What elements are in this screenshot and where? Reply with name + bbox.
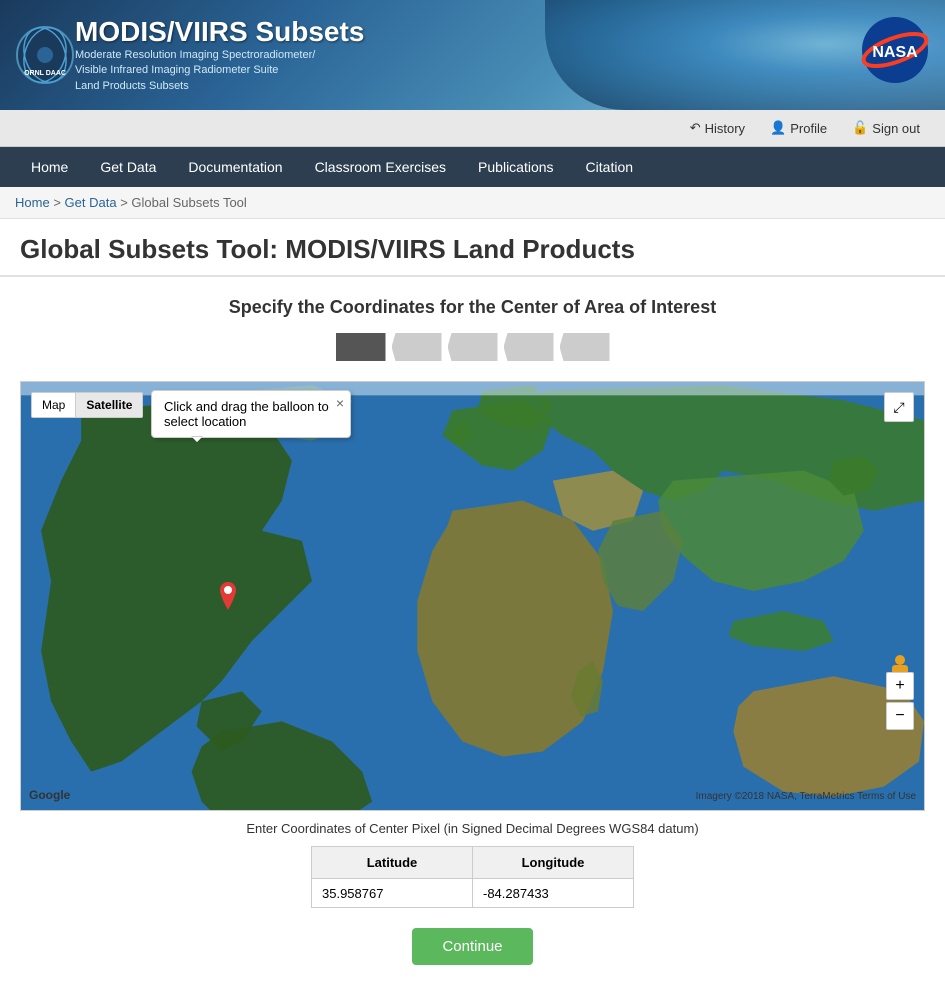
longitude-input[interactable] [483,886,623,901]
nav-classroom[interactable]: Classroom Exercises [299,147,462,187]
map-view-button[interactable]: Map [32,393,76,417]
header-banner: ORNL DAAC MODIS/VIIRS Subsets Moderate R… [0,0,945,110]
step-4 [504,333,554,361]
signout-label: Sign out [872,121,920,136]
signout-nav-item[interactable]: 🔓 Sign out [842,116,930,140]
profile-nav-item[interactable]: 👤 Profile [760,116,837,140]
map-tooltip: × Click and drag the balloon to select l… [151,390,351,438]
step-5 [560,333,610,361]
step-indicator [20,333,925,361]
step-2 [392,333,442,361]
ornl-logo: ORNL DAAC [15,25,75,85]
breadcrumb-current: Global Subsets Tool [131,195,246,210]
header-left: ORNL DAAC MODIS/VIIRS Subsets Moderate R… [0,6,379,104]
tooltip-close-button[interactable]: × [336,395,344,411]
svg-text:ORNL DAAC: ORNL DAAC [24,70,66,77]
longitude-header: Longitude [473,847,634,879]
tooltip-text: Click and drag the balloon to select loc… [164,399,329,429]
zoom-in-button[interactable]: + [886,672,914,700]
nav-get-data[interactable]: Get Data [84,147,172,187]
site-title: MODIS/VIIRS Subsets [75,16,364,48]
map-imagery-attribution: Imagery ©2018 NASA, TerraMetrics Terms o… [696,791,916,802]
map-type-toggle: Map Satellite [31,392,143,418]
person-icon: 👤 [770,120,786,136]
breadcrumb-home[interactable]: Home [15,195,50,210]
latitude-input[interactable] [322,886,462,901]
satellite-view-button[interactable]: Satellite [76,393,142,417]
subtitle: Moderate Resolution Imaging Spectroradio… [75,48,364,94]
section-title: Specify the Coordinates for the Center o… [20,297,925,318]
step-3 [448,333,498,361]
header-text: MODIS/VIIRS Subsets Moderate Resolution … [75,16,364,94]
nav-citation[interactable]: Citation [570,147,649,187]
nav-home[interactable]: Home [15,147,84,187]
step-1 [336,333,386,361]
continue-button[interactable]: Continue [412,928,532,965]
top-navigation: ↶ History 👤 Profile 🔓 Sign out [0,110,945,147]
main-content: Specify the Coordinates for the Center o… [0,277,945,985]
main-navigation: Home Get Data Documentation Classroom Ex… [0,147,945,187]
signout-icon: 🔓 [852,120,868,136]
profile-label: Profile [790,121,827,136]
coordinates-description: Enter Coordinates of Center Pixel (in Si… [20,821,925,836]
svg-text:NASA: NASA [872,44,918,61]
map-zoom-controls: + − [886,672,914,730]
breadcrumb: Home > Get Data > Global Subsets Tool [0,187,945,219]
nav-publications[interactable]: Publications [462,147,570,187]
google-attribution: Google [29,788,70,802]
zoom-out-button[interactable]: − [886,702,914,730]
history-label: History [705,121,745,136]
page-title: Global Subsets Tool: MODIS/VIIRS Land Pr… [0,219,945,277]
world-map [21,382,924,810]
breadcrumb-get-data[interactable]: Get Data [65,195,117,210]
latitude-header: Latitude [312,847,473,879]
fullscreen-button[interactable]: ⤢ [884,392,914,422]
map-pin[interactable] [216,582,240,614]
map-container[interactable]: Map Satellite × Click and drag the ballo… [20,381,925,811]
nav-documentation[interactable]: Documentation [172,147,298,187]
history-nav-item[interactable]: ↶ History [680,116,755,140]
coordinates-table: Latitude Longitude [311,846,634,908]
nasa-logo: NASA [860,15,930,85]
history-icon: ↶ [690,120,701,136]
